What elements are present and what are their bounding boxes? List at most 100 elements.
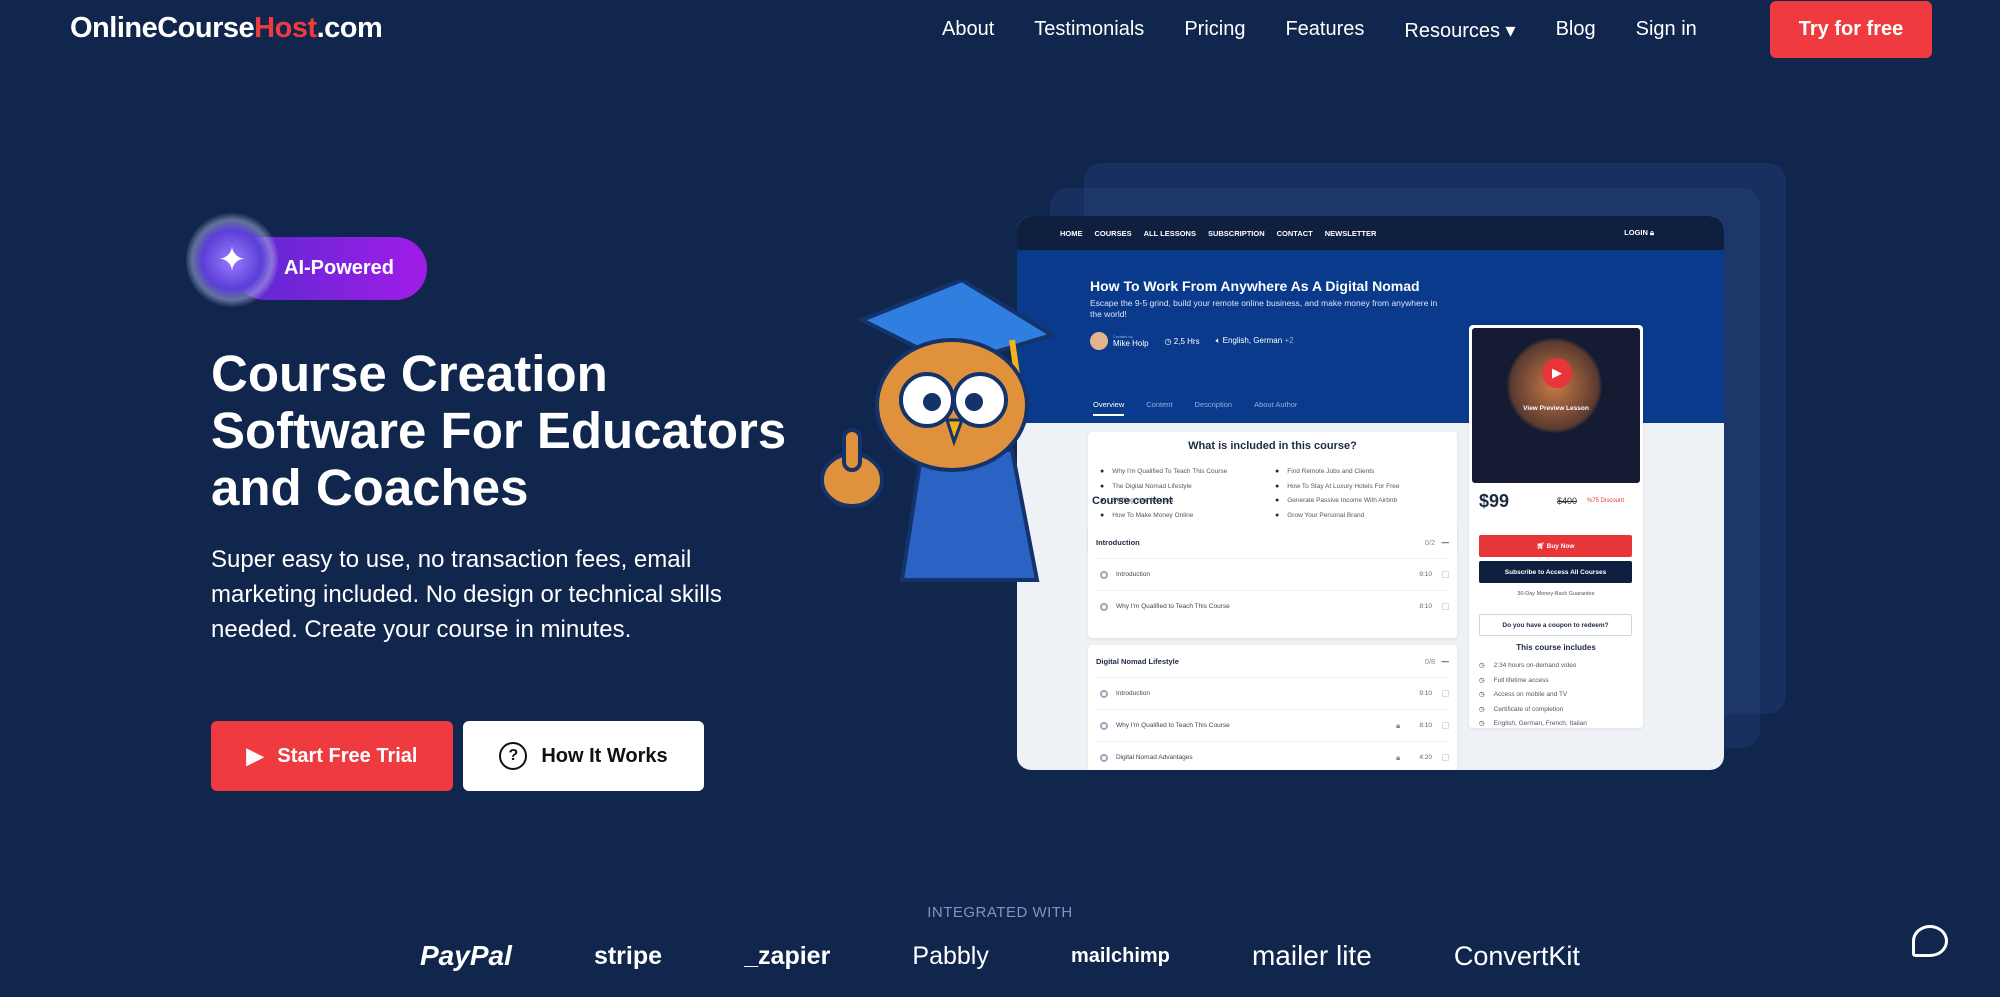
stripe-logo: stripe bbox=[593, 941, 663, 970]
languages: English, German bbox=[1222, 336, 1283, 345]
nav-sign-in[interactable]: Sign in bbox=[1636, 18, 1697, 43]
old-price: $400 bbox=[1557, 496, 1578, 506]
tab-content: Content bbox=[1146, 400, 1173, 409]
includes-item: Access on mobile and TV bbox=[1479, 688, 1587, 703]
section-header: Digital Nomad Lifestyle 0/8 — bbox=[1096, 645, 1449, 677]
includes-item: Full lifetime access bbox=[1479, 674, 1587, 689]
main-nav: About Testimonials Pricing Features Reso… bbox=[942, 18, 1697, 43]
preview-course-title: How To Work From Anywhere As A Digital N… bbox=[1090, 278, 1420, 294]
lesson-checkbox bbox=[1442, 690, 1449, 697]
author-name: Mike Holp bbox=[1113, 339, 1149, 348]
buy-now-button: 🛒︎ Buy Now bbox=[1479, 535, 1632, 557]
course-page-preview: HOME COURSES ALL LESSONS SUBSCRIPTION CONTAC… bbox=[1017, 216, 1724, 770]
chat-bubble-icon[interactable] bbox=[1912, 925, 1948, 957]
included-item: Find Remote Jobs and Clients bbox=[1275, 468, 1450, 483]
video-screen-icon: ▶︎ bbox=[246, 743, 264, 768]
owl-mascot-illustration bbox=[820, 280, 1057, 582]
purchase-card: ▶ View Preview Lesson $99 $400 %75 Discou… bbox=[1469, 325, 1643, 728]
preview-login: LOGIN 🔒︎ bbox=[1624, 228, 1654, 238]
lesson-name: Digital Nomad Advantages bbox=[1116, 754, 1193, 761]
preview-tabs: Overview Content Description About Author bbox=[1093, 400, 1297, 416]
tab-description: Description bbox=[1194, 400, 1233, 409]
more-languages: +2 bbox=[1284, 336, 1294, 345]
includes-item: Certificate of completion bbox=[1479, 703, 1587, 718]
lesson-checkbox bbox=[1442, 722, 1449, 729]
lesson-duration: 8:10 bbox=[1419, 603, 1432, 610]
lesson-status-icon bbox=[1100, 689, 1108, 698]
lesson-duration: 8:10 bbox=[1419, 722, 1432, 729]
preview-nav-item: SUBSCRIPTION bbox=[1207, 228, 1265, 238]
section-title: Digital Nomad Lifestyle bbox=[1096, 656, 1179, 666]
included-item: How To Stay At Luxury Hotels For Free bbox=[1275, 483, 1450, 498]
section-count: 0/2 bbox=[1424, 537, 1436, 547]
question-circle-icon: ? bbox=[499, 742, 528, 770]
lesson-status-icon bbox=[1100, 602, 1108, 611]
sparkle-orb-icon: ✦ bbox=[186, 212, 278, 308]
lock-icon: 🔒︎ bbox=[1396, 752, 1401, 762]
lesson-name: Why I'm Qualified to Teach This Course bbox=[1116, 603, 1230, 610]
try-for-free-button[interactable]: Try for free bbox=[1770, 1, 1932, 58]
preview-video: ▶ View Preview Lesson bbox=[1472, 328, 1640, 483]
includes-item: English, German, French, Italian bbox=[1479, 717, 1587, 732]
lesson-checkbox bbox=[1442, 571, 1449, 578]
section-count: 0/8 bbox=[1424, 656, 1436, 666]
preview-nav-item: COURSES bbox=[1094, 228, 1132, 238]
hero-subtitle: Super easy to use, no transaction fees, … bbox=[211, 546, 722, 643]
play-icon: ▶ bbox=[1542, 358, 1572, 388]
section-header: Introduction 0/2 — bbox=[1096, 526, 1449, 558]
lesson-duration: 4:20 bbox=[1419, 754, 1432, 761]
pabbly-logo: Pabbly bbox=[912, 941, 989, 970]
lesson-row: Why I'm Qualified to Teach This Course 8:… bbox=[1096, 590, 1449, 622]
course-section: Introduction 0/2 — Introduction 9:10 Why I'm… bbox=[1088, 526, 1457, 638]
tab-about-author: About Author bbox=[1254, 400, 1298, 409]
lesson-checkbox bbox=[1442, 603, 1449, 610]
buy-now-label: Buy Now bbox=[1546, 542, 1575, 550]
included-item: Grow Your Personal Brand bbox=[1275, 512, 1450, 527]
zapier-logo: _zapier bbox=[744, 941, 831, 970]
includes-item: 2:34 hours on-demand video bbox=[1479, 659, 1587, 674]
nav-features[interactable]: Features bbox=[1285, 18, 1364, 43]
included-item: Generate Passive Income With Airbnb bbox=[1275, 497, 1450, 512]
lesson-status-icon bbox=[1100, 721, 1108, 730]
nav-blog[interactable]: Blog bbox=[1556, 18, 1596, 43]
author-avatar bbox=[1090, 332, 1108, 350]
included-title: What is included in this course? bbox=[1188, 440, 1357, 452]
lesson-row: Why I'm Qualified to Teach This Course 🔒︎… bbox=[1096, 709, 1449, 741]
includes-title: This course includes bbox=[1516, 643, 1596, 652]
nav-resources-dropdown[interactable]: Resources ▾ bbox=[1404, 18, 1515, 43]
lesson-name: Introduction bbox=[1116, 571, 1150, 578]
lesson-duration: 9:10 bbox=[1419, 571, 1432, 578]
how-it-works-button[interactable]: ? How It Works bbox=[463, 721, 704, 791]
lock-icon: 🔒︎ bbox=[1396, 720, 1401, 730]
course-section: Digital Nomad Lifestyle 0/8 — Introduction… bbox=[1088, 645, 1457, 770]
preview-login-label: LOGIN bbox=[1624, 228, 1648, 237]
tab-overview: Overview bbox=[1093, 400, 1125, 416]
start-free-trial-button[interactable]: ▶︎ Start Free Trial bbox=[211, 721, 453, 791]
nav-testimonials[interactable]: Testimonials bbox=[1034, 18, 1144, 43]
lesson-row: Introduction 9:10 bbox=[1096, 677, 1449, 709]
logo-text-accent: Host bbox=[254, 12, 317, 44]
guarantee: 30-Day Money-Back Guarantee bbox=[1517, 591, 1595, 597]
collapse-icon: — bbox=[1441, 656, 1450, 666]
subscribe-button: Subscribe to Access All Courses bbox=[1479, 561, 1632, 583]
section-title: Introduction bbox=[1096, 537, 1140, 547]
nav-about[interactable]: About bbox=[942, 18, 994, 43]
paypal-logo: PayPal bbox=[420, 940, 512, 971]
how-it-works-label: How It Works bbox=[541, 744, 668, 767]
included-item: Why I'm Qualified To Teach This Course bbox=[1100, 468, 1275, 483]
clock-icon: ◷ bbox=[1164, 336, 1174, 346]
preview-course-meta: Created by Mike Holp ◷ 2,5 Hrs 🔈︎ English… bbox=[1090, 332, 1294, 350]
logo-text-domain: .com bbox=[316, 12, 383, 44]
lesson-row: Introduction 9:10 bbox=[1096, 558, 1449, 590]
nav-pricing[interactable]: Pricing bbox=[1184, 18, 1245, 43]
cart-icon: 🛒︎ bbox=[1536, 543, 1547, 550]
lesson-status-icon bbox=[1100, 570, 1108, 579]
integrated-with-label: INTEGRATED WITH bbox=[927, 904, 1073, 921]
price: $99 bbox=[1479, 491, 1510, 511]
site-logo[interactable]: OnlineCourseHost.com bbox=[70, 12, 383, 45]
discount: %75 Discount bbox=[1587, 498, 1625, 504]
lesson-row: Digital Nomad Advantages 🔒︎ 4:20 bbox=[1096, 741, 1449, 770]
lesson-name: Why I'm Qualified to Teach This Course bbox=[1116, 722, 1230, 729]
speaker-icon: 🔈︎ bbox=[1215, 336, 1223, 345]
mailchimp-logo: mailchimp bbox=[1070, 944, 1170, 967]
